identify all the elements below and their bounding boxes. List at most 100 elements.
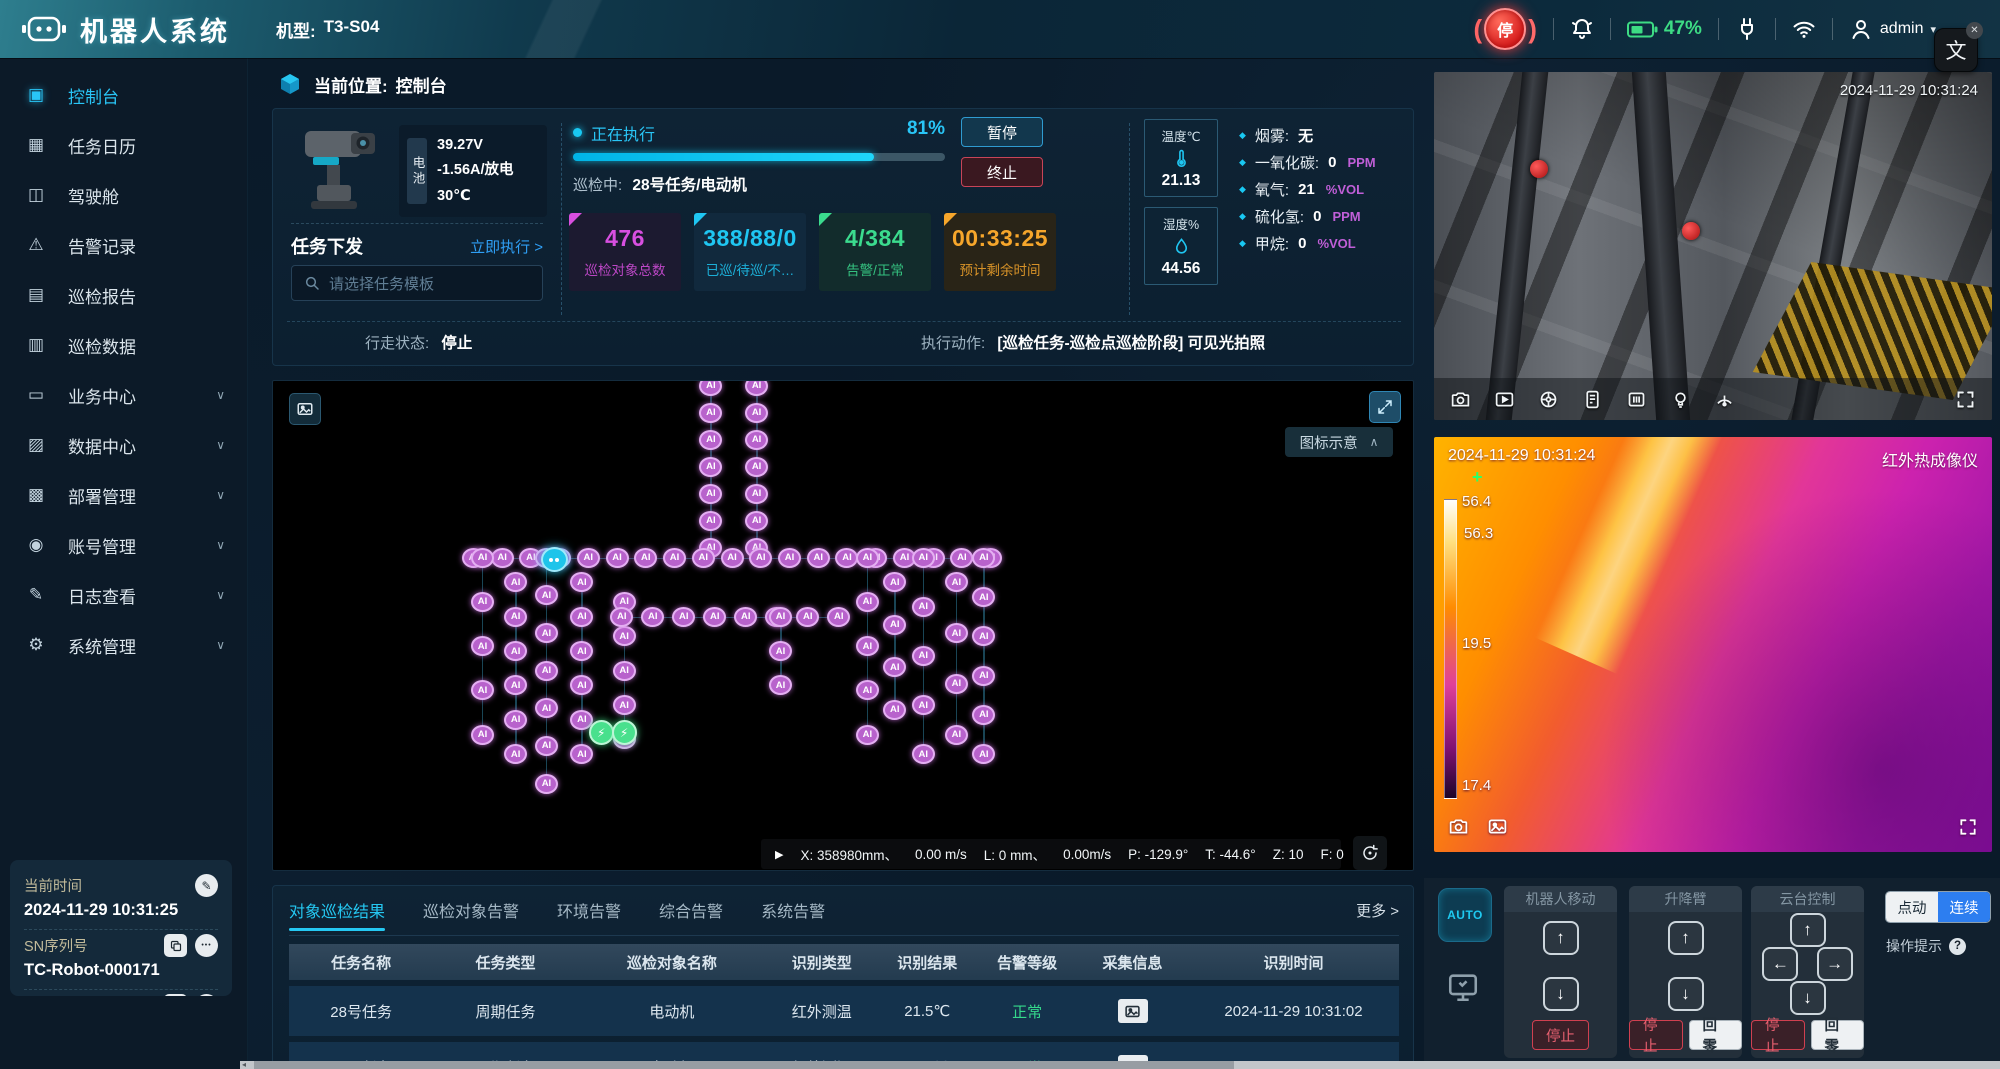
wheel-settings-icon[interactable] — [1538, 389, 1559, 410]
map-legend-toggle[interactable]: 图标示意 ∧ — [1285, 427, 1393, 457]
pause-button[interactable]: 暂停 — [961, 117, 1043, 147]
light-icon[interactable] — [1670, 389, 1691, 410]
inspection-point-node[interactable]: AI — [883, 700, 906, 720]
inspection-point-node[interactable]: AI — [535, 698, 558, 718]
arrow-up-button[interactable]: ↑ — [1668, 921, 1704, 955]
inspection-point-node[interactable]: AI — [721, 548, 744, 568]
sidebar-item-alert[interactable]: ⚠告警记录 — [0, 220, 247, 270]
inspection-point-node[interactable]: AI — [535, 661, 558, 681]
continuous-option[interactable]: 连续 — [1938, 892, 1990, 922]
alarm-bell-icon[interactable] — [1570, 17, 1594, 41]
execute-now-link[interactable]: 立即执行 > — [470, 236, 543, 257]
inspection-point-node[interactable]: AI — [856, 725, 879, 745]
thermal-fullscreen-icon[interactable] — [1958, 817, 1978, 842]
estop-core[interactable]: 停 — [1484, 8, 1526, 50]
inspection-point-node[interactable]: AI — [745, 484, 768, 504]
inspection-point-node[interactable]: AI — [972, 666, 995, 686]
device-panel-icon[interactable] — [1582, 389, 1603, 410]
arrow-down-button[interactable]: ↓ — [1668, 977, 1704, 1011]
stop-button[interactable]: 停止 — [1751, 1020, 1805, 1050]
inspection-point-node[interactable]: AI — [856, 636, 879, 656]
copy-icon[interactable] — [164, 934, 187, 957]
inspection-point-node[interactable]: AI — [972, 744, 995, 764]
inspection-point-node[interactable]: AI — [610, 607, 633, 627]
inspection-point-node[interactable]: AI — [613, 661, 636, 681]
sidebar-item-cockpit[interactable]: ◫驾驶舱 — [0, 170, 247, 220]
inspection-point-node[interactable]: AI — [749, 548, 772, 568]
sidebar-item-data-center[interactable]: ▨数据中心∨ — [0, 420, 247, 470]
tab-4[interactable]: 系统告警 — [761, 898, 825, 931]
inspection-point-node[interactable]: AI — [912, 646, 935, 666]
inspection-point-node[interactable]: AI — [856, 592, 879, 612]
inspection-point-node[interactable]: AI — [745, 457, 768, 477]
inspection-point-node[interactable]: AI — [945, 572, 968, 592]
task-template-select[interactable]: 请选择任务模板 — [291, 265, 543, 301]
inspection-point-node[interactable]: AI — [699, 457, 722, 477]
inspection-point-node[interactable]: AI — [796, 607, 819, 627]
inspection-point-node[interactable]: AI — [504, 744, 527, 764]
inspection-point-node[interactable]: AI — [699, 430, 722, 450]
arrow-down-button[interactable]: ↓ — [1543, 977, 1579, 1011]
zero-button[interactable]: 回零 — [1811, 1020, 1865, 1050]
terminate-button[interactable]: 终止 — [961, 157, 1043, 187]
inspection-point-node[interactable]: AI — [699, 403, 722, 423]
inspection-point-node[interactable]: AI — [699, 511, 722, 531]
wiper-icon[interactable] — [1714, 389, 1735, 410]
sidebar-item-report[interactable]: ▤巡检报告 — [0, 270, 247, 320]
tab-3[interactable]: 综合告警 — [659, 898, 723, 931]
map-canvas[interactable]: AIAIAIAIAIAIAIAIAIAIAIAIAIAIAIAIAIAIAIAI… — [273, 381, 1413, 870]
scroll-left-arrow-icon[interactable]: ◂ — [242, 1060, 246, 1069]
play-icon[interactable]: ▶ — [775, 848, 783, 861]
inspection-point-node[interactable]: AI — [504, 710, 527, 730]
sidebar-item-inspect-data[interactable]: ▥巡检数据 — [0, 320, 247, 370]
inspection-point-node[interactable]: AI — [912, 597, 935, 617]
inspection-point-node[interactable]: AI — [745, 380, 768, 396]
inspection-point-node[interactable]: AI — [613, 626, 636, 646]
inspection-point-node[interactable]: AI — [945, 623, 968, 643]
inspection-point-node[interactable]: AI — [471, 680, 494, 700]
emergency-stop-button[interactable]: ( 停 ) — [1474, 8, 1537, 50]
thermal-gallery-icon[interactable] — [1487, 816, 1508, 842]
inspection-point-node[interactable]: AI — [471, 725, 494, 745]
inspection-point-node[interactable]: AI — [535, 585, 558, 605]
inspection-point-node[interactable]: AI — [504, 641, 527, 661]
tab-1[interactable]: 巡检对象告警 — [423, 898, 519, 931]
wifi-icon[interactable] — [1792, 17, 1816, 41]
sidebar-item-system[interactable]: ⚙系统管理∨ — [0, 620, 247, 670]
arrow-left-button[interactable]: ← — [1762, 947, 1798, 981]
help-question-icon[interactable]: ? — [1949, 938, 1966, 955]
charging-station-node[interactable]: ⚡ — [589, 720, 614, 745]
inspection-point-node[interactable]: AI — [703, 607, 726, 627]
sidebar-item-business[interactable]: ▭业务中心∨ — [0, 370, 247, 420]
arrow-up-button[interactable]: ↑ — [1543, 921, 1579, 955]
tab-0[interactable]: 对象巡检结果 — [289, 898, 385, 931]
inspection-point-node[interactable]: AI — [606, 548, 629, 568]
inspection-point-node[interactable]: AI — [745, 511, 768, 531]
arrow-down-button[interactable]: ↓ — [1790, 981, 1826, 1015]
scrollbar-thumb[interactable] — [254, 1061, 1234, 1069]
inspection-point-node[interactable]: AI — [535, 736, 558, 756]
inspection-point-node[interactable]: AI — [950, 548, 973, 568]
arrow-right-button[interactable]: → — [1817, 947, 1853, 981]
inspection-point-node[interactable]: AI — [912, 744, 935, 764]
camera-fullscreen-icon[interactable] — [1955, 389, 1976, 410]
charging-station-node[interactable]: ⚡ — [612, 720, 637, 745]
inspection-point-node[interactable]: AI — [663, 548, 686, 568]
zero-button[interactable]: 回零 — [1689, 1020, 1743, 1050]
sidebar-item-log[interactable]: ✎日志查看∨ — [0, 570, 247, 620]
sidebar-item-calendar[interactable]: ▦任务日历 — [0, 120, 247, 170]
inspection-point-node[interactable]: AI — [807, 548, 830, 568]
inspection-point-node[interactable]: AI — [504, 607, 527, 627]
map-fullscreen-button[interactable] — [1369, 391, 1401, 423]
captured-image-icon[interactable] — [1118, 999, 1148, 1023]
robot-position-marker[interactable] — [541, 547, 568, 572]
tab-2[interactable]: 环境告警 — [557, 898, 621, 931]
inspection-point-node[interactable]: AI — [641, 607, 664, 627]
inspection-point-node[interactable]: AI — [972, 587, 995, 607]
thermal-snapshot-icon[interactable] — [1448, 816, 1469, 842]
stop-button[interactable]: 停止 — [1532, 1020, 1589, 1050]
inspection-point-node[interactable]: AI — [504, 675, 527, 695]
auto-mode-button[interactable]: AUTO — [1438, 888, 1492, 942]
table-row[interactable]: 28号任务周期任务电动机红外测温21.5℃正常2024-11-29 10:31:… — [289, 986, 1399, 1036]
more-link[interactable]: 更多 > — [1356, 900, 1399, 930]
